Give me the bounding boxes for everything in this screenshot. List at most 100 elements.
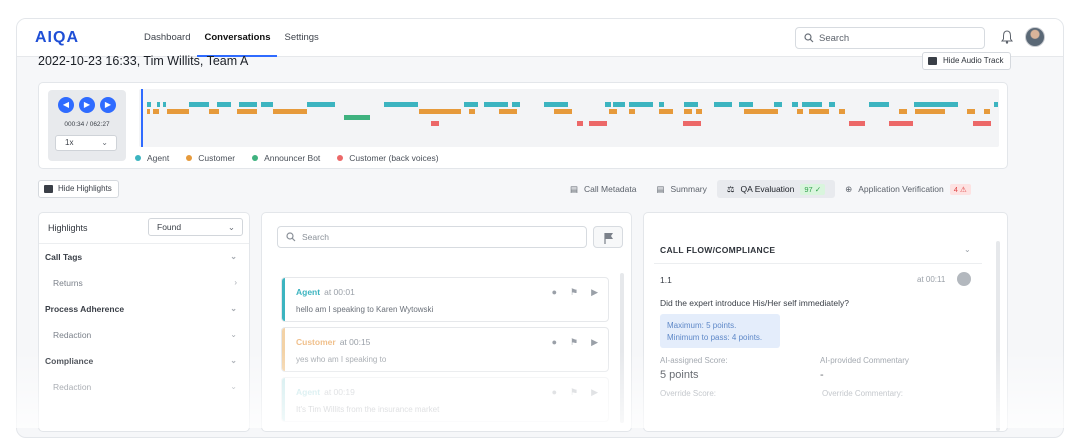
timeline-segment[interactable] [809, 109, 829, 114]
tab-qa-evaluation[interactable]: ⚖ QA Evaluation 97 ✓ [716, 180, 836, 198]
timeline-segment[interactable] [512, 102, 520, 107]
timeline-segment[interactable] [613, 102, 625, 107]
timeline-segment[interactable] [167, 109, 189, 114]
chevron-down-icon[interactable]: ⌄ [964, 245, 971, 254]
question-time-link[interactable]: at 00:11 [917, 275, 945, 284]
bell-icon[interactable] [1001, 30, 1013, 44]
timeline-segment[interactable] [914, 102, 958, 107]
section-call-tags[interactable]: Call Tags ⌄ [39, 244, 249, 270]
item-returns[interactable]: Returns › [39, 270, 249, 296]
timeline-segment[interactable] [239, 102, 257, 107]
timeline-segment[interactable] [849, 121, 865, 126]
timeline-segment[interactable] [684, 109, 692, 114]
timeline-segment[interactable] [967, 109, 975, 114]
timeline-segment[interactable] [714, 102, 732, 107]
forward-icon[interactable]: ▶ [100, 97, 116, 113]
timeline-segment[interactable] [659, 102, 664, 107]
timeline-segment[interactable] [792, 102, 798, 107]
timeline-segment[interactable] [829, 102, 835, 107]
timeline-segment[interactable] [261, 102, 273, 107]
transcript-message[interactable]: Customer at 00:15 yes who am I speaking t… [281, 327, 609, 372]
timeline-segment[interactable] [384, 102, 418, 107]
timeline-segment[interactable] [802, 102, 822, 107]
flag-icon[interactable]: ⚑ [570, 387, 578, 398]
highlights-filter-select[interactable]: Found ⌄ [148, 218, 243, 236]
timeline-segment[interactable] [577, 121, 583, 126]
nav-dashboard[interactable]: Dashboard [137, 19, 197, 57]
comment-icon[interactable]: ● [552, 387, 557, 398]
timeline-segment[interactable] [419, 109, 439, 114]
rewind-icon[interactable]: ◀ [58, 97, 74, 113]
timeline-segment[interactable] [629, 109, 635, 114]
transcript-search-input[interactable]: Search [277, 226, 587, 248]
timeline-segment[interactable] [774, 102, 782, 107]
flag-icon[interactable]: ⚑ [570, 287, 578, 298]
flag-filter-button[interactable] [593, 226, 623, 248]
timeline-segment[interactable] [157, 102, 160, 107]
scrollbar[interactable] [996, 241, 1000, 431]
timeline-segment[interactable] [431, 121, 439, 126]
play-icon[interactable]: ▶ [79, 97, 95, 113]
tab-call-metadata[interactable]: ▤ Call Metadata [560, 180, 646, 198]
timeline-segment[interactable] [464, 102, 478, 107]
timeline-segment[interactable] [899, 109, 907, 114]
timeline-segment[interactable] [147, 102, 151, 107]
timeline-segment[interactable] [484, 102, 508, 107]
avatar[interactable] [1025, 27, 1045, 47]
timeline-segment[interactable] [209, 109, 219, 114]
timeline-segment[interactable] [344, 115, 370, 120]
section-process-adherence[interactable]: Process Adherence ⌄ [39, 296, 249, 322]
play-icon[interactable]: ▶ [591, 337, 598, 348]
timeline-segment[interactable] [469, 109, 475, 114]
timeline-segment[interactable] [163, 102, 166, 107]
timeline-segment[interactable] [544, 102, 568, 107]
timeline-segment[interactable] [307, 102, 335, 107]
play-icon[interactable]: ▶ [591, 287, 598, 298]
timeline-segment[interactable] [869, 102, 889, 107]
speaker-timeline[interactable] [139, 89, 999, 147]
timeline-segment[interactable] [739, 102, 753, 107]
search-input[interactable]: Search [795, 27, 985, 49]
timeline-segment[interactable] [439, 109, 461, 114]
timeline-segment[interactable] [973, 121, 991, 126]
timeline-segment[interactable] [659, 109, 673, 114]
timeline-segment[interactable] [683, 121, 701, 126]
timeline-segment[interactable] [696, 109, 702, 114]
timeline-segment[interactable] [915, 109, 945, 114]
flag-icon[interactable]: ⚑ [570, 337, 578, 348]
timeline-segment[interactable] [217, 102, 231, 107]
item-redaction[interactable]: Redaction ⌄ [39, 322, 249, 348]
timeline-segment[interactable] [889, 121, 913, 126]
timeline-segment[interactable] [237, 109, 257, 114]
timeline-segment[interactable] [609, 109, 617, 114]
tab-summary[interactable]: ▤ Summary [646, 180, 716, 198]
timeline-segment[interactable] [629, 102, 653, 107]
nav-settings[interactable]: Settings [277, 19, 325, 57]
timeline-segment[interactable] [684, 102, 698, 107]
timeline-segment[interactable] [554, 109, 572, 114]
play-icon[interactable]: ▶ [591, 387, 598, 398]
comment-icon[interactable]: ● [552, 287, 557, 298]
timeline-segment[interactable] [273, 109, 307, 114]
scrollbar[interactable] [620, 273, 624, 423]
nav-conversations[interactable]: Conversations [197, 19, 278, 57]
timeline-segment[interactable] [744, 109, 778, 114]
timeline-segment[interactable] [994, 102, 998, 107]
section-compliance[interactable]: Compliance ⌄ [39, 348, 249, 374]
timeline-segment[interactable] [839, 109, 845, 114]
transcript-message[interactable]: Agent at 00:19 It's Tim Willits from the … [281, 377, 609, 422]
timeline-segment[interactable] [499, 109, 517, 114]
timeline-segment[interactable] [153, 109, 159, 114]
timeline-segment[interactable] [589, 121, 607, 126]
timeline-segment[interactable] [797, 109, 803, 114]
timeline-segment[interactable] [189, 102, 209, 107]
hide-highlights-button[interactable]: Hide Highlights [38, 180, 119, 198]
playhead[interactable] [141, 89, 143, 147]
timeline-segment[interactable] [605, 102, 611, 107]
transcript-message[interactable]: Agent at 00:01 hello am I speaking to Kar… [281, 277, 609, 322]
speed-select[interactable]: 1x ⌄ [55, 135, 117, 151]
tab-application-verification[interactable]: ⊕ Application Verification 4 ⚠ [835, 180, 981, 198]
pause-icon[interactable] [957, 272, 971, 286]
hide-audio-button[interactable]: Hide Audio Track [922, 52, 1012, 70]
item-redaction[interactable]: Redaction ⌄ [39, 374, 249, 400]
